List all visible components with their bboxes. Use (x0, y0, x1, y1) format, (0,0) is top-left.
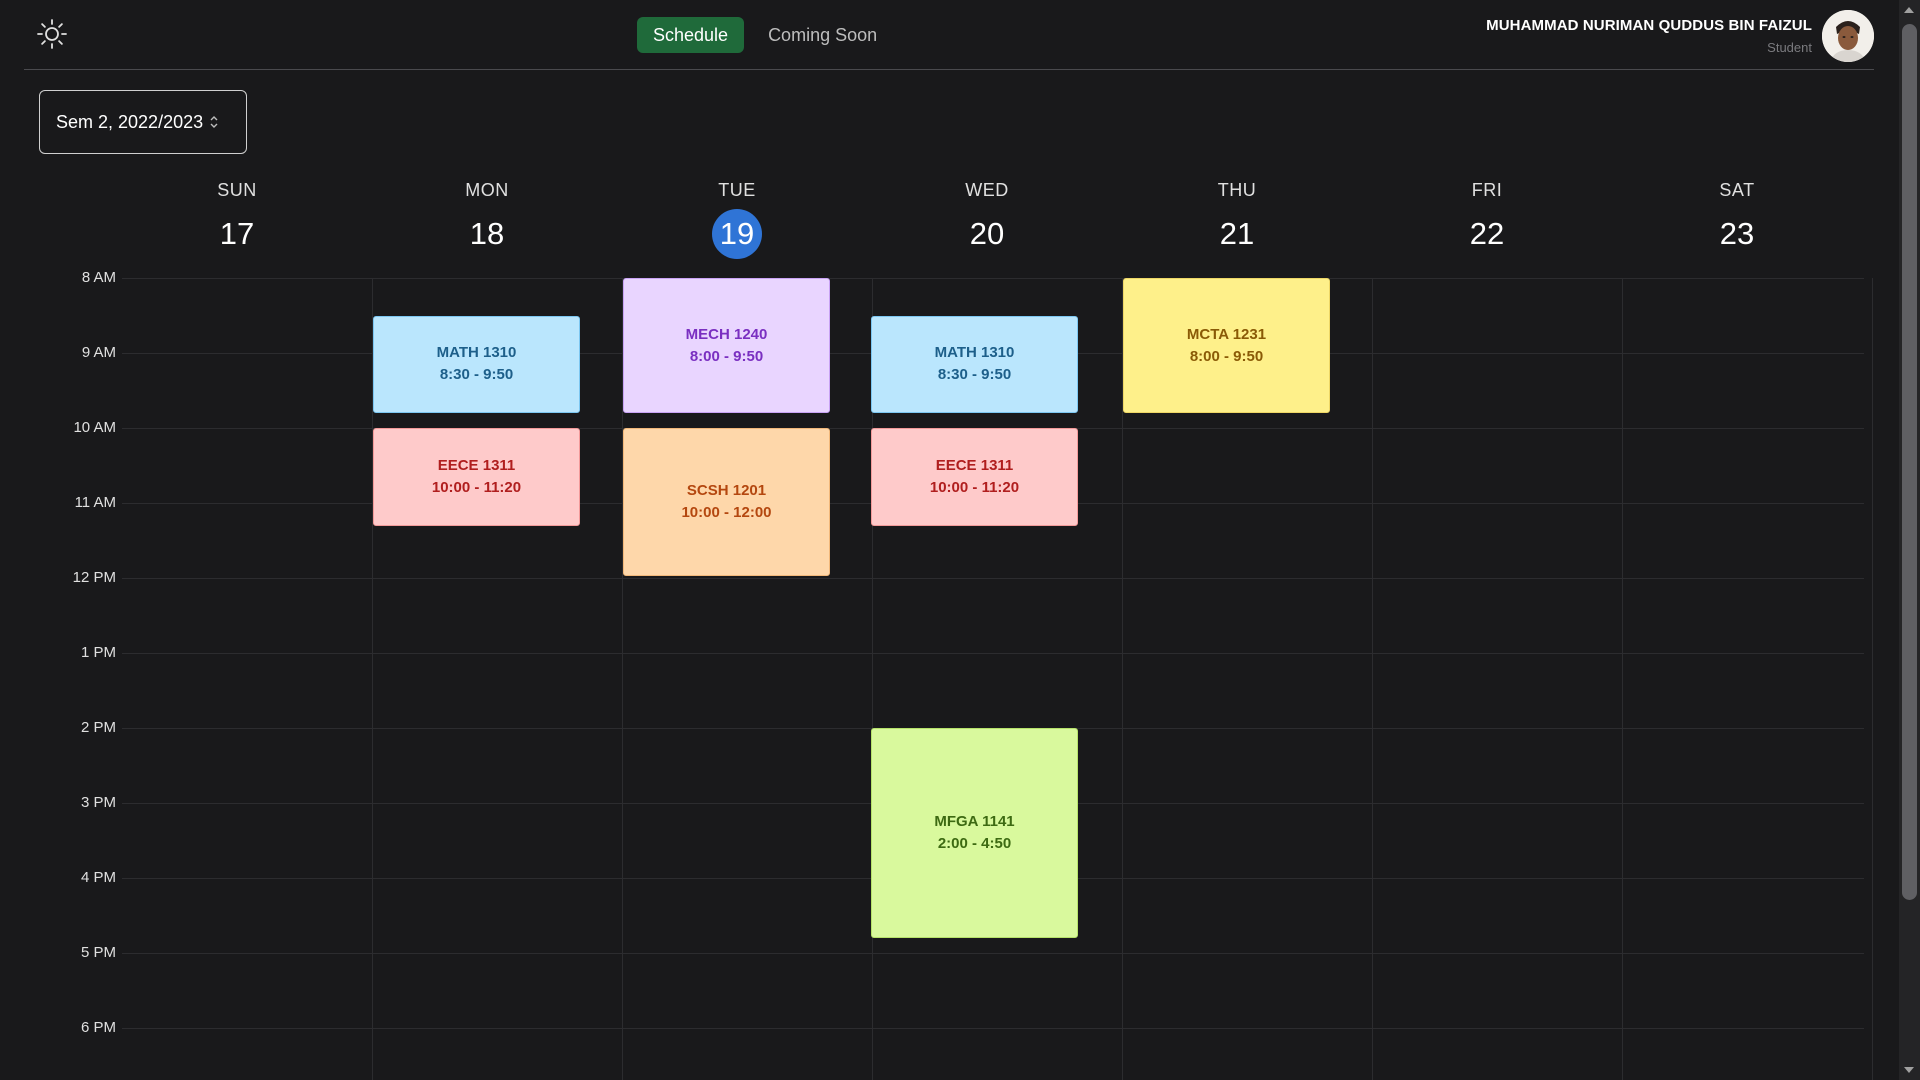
date-number: 22 (1469, 216, 1505, 251)
scroll-thumb[interactable] (1902, 24, 1917, 900)
event-card-mfga-1141[interactable]: MFGA 1141 2:00 - 4:50 (871, 728, 1078, 939)
time-label: 4 PM (80, 869, 116, 886)
event-time-range: 2:00 - 4:50 (937, 835, 1012, 853)
time-label: 1 PM (80, 644, 116, 661)
day-divider (1622, 278, 1623, 1080)
event-course-code: MCTA 1231 (1186, 325, 1267, 343)
semester-select-value: Sem 2, 2022/2023 (56, 111, 204, 132)
day-headers: SUN 17 MON 18 TUE 19 WED 20 THU 21 FRI 22 SAT 23 (0, 180, 1920, 270)
event-card-math-1310[interactable]: MATH 1310 8:30 - 9:50 (871, 315, 1078, 414)
chevron-up-down-icon (209, 115, 219, 129)
theme-toggle-button[interactable] (34, 16, 70, 52)
day-of-week-label: TUE (718, 180, 756, 200)
day-header-wed[interactable]: WED 20 (862, 180, 1112, 259)
nav-coming-soon-tab[interactable]: Coming Soon (752, 17, 893, 53)
day-of-week-label: SUN (217, 180, 257, 200)
day-divider (1872, 278, 1873, 1080)
event-course-code: MFGA 1141 (934, 813, 1015, 831)
hour-gridline (122, 953, 1864, 954)
hour-gridline (122, 578, 1864, 579)
event-course-code: MECH 1240 (685, 325, 768, 343)
user-name: MUHAMMAD NURIMAN QUDDUS BIN FAIZUL (1486, 17, 1812, 34)
day-header-mon[interactable]: MON 18 (362, 180, 612, 259)
date-number: 21 (1219, 216, 1255, 251)
event-time-range: 8:00 - 9:50 (1189, 347, 1264, 365)
day-header-thu[interactable]: THU 21 (1112, 180, 1362, 259)
date-number: 17 (219, 216, 255, 251)
day-of-week-label: FRI (1471, 180, 1503, 200)
date-number: 23 (1719, 216, 1755, 251)
event-time-range: 8:30 - 9:50 (439, 366, 514, 384)
avatar[interactable] (1822, 10, 1874, 62)
day-of-week-label: SAT (1719, 180, 1755, 200)
today-date-badge: 19 (712, 209, 762, 259)
event-card-eece-1311[interactable]: EECE 1311 10:00 - 11:20 (871, 428, 1078, 526)
day-header-sat[interactable]: SAT 23 (1612, 180, 1862, 259)
time-label: 2 PM (80, 719, 116, 736)
sun-icon (37, 19, 67, 49)
top-header: Schedule Coming Soon MUHAMMAD NURIMAN QU… (24, 0, 1874, 70)
event-card-mech-1240[interactable]: MECH 1240 8:00 - 9:50 (623, 278, 830, 414)
time-label: 11 AM (74, 494, 116, 511)
user-profile[interactable]: MUHAMMAD NURIMAN QUDDUS BIN FAIZUL Stude… (1486, 10, 1874, 62)
event-time-range: 8:30 - 9:50 (937, 366, 1012, 384)
event-course-code: MATH 1310 (934, 344, 1015, 362)
day-of-week-label: WED (965, 180, 1009, 200)
event-time-range: 10:00 - 11:20 (929, 478, 1020, 496)
day-header-tue[interactable]: TUE 19 (612, 180, 862, 259)
event-course-code: SCSH 1201 (686, 482, 767, 499)
hour-gridline (122, 1028, 1864, 1029)
date-number: 20 (969, 216, 1005, 251)
scroll-up-arrow-icon[interactable] (1904, 7, 1914, 13)
main-nav: Schedule Coming Soon (637, 17, 893, 53)
time-label: 3 PM (80, 794, 116, 811)
semester-select[interactable]: Sem 2, 2022/2023 (39, 90, 247, 154)
event-course-code: MATH 1310 (436, 344, 517, 362)
scroll-down-arrow-icon[interactable] (1904, 1067, 1914, 1073)
user-photo-icon (1822, 10, 1874, 62)
event-course-code: EECE 1311 (437, 456, 516, 474)
hour-gridline (122, 278, 1864, 279)
day-header-fri[interactable]: FRI 22 (1362, 180, 1612, 259)
time-label: 8 AM (81, 269, 116, 286)
event-time-range: 10:00 - 12:00 (681, 504, 772, 521)
event-course-code: EECE 1311 (935, 456, 1014, 474)
day-of-week-label: MON (465, 180, 509, 200)
time-label: 5 PM (80, 944, 116, 961)
day-header-sun[interactable]: SUN 17 (112, 180, 362, 259)
event-card-math-1310[interactable]: MATH 1310 8:30 - 9:50 (373, 315, 580, 414)
time-label: 9 AM (81, 344, 116, 361)
page-scrollbar[interactable] (1899, 0, 1920, 1080)
date-number: 18 (469, 216, 505, 251)
event-card-scsh-1201[interactable]: SCSH 1201 10:00 - 12:00 (623, 428, 830, 576)
user-role: Student (1767, 40, 1812, 55)
time-label: 10 AM (73, 419, 116, 436)
event-card-mcta-1231[interactable]: MCTA 1231 8:00 - 9:50 (1123, 278, 1330, 414)
day-divider (1372, 278, 1373, 1080)
day-of-week-label: THU (1217, 180, 1257, 200)
event-time-range: 10:00 - 11:20 (431, 478, 522, 496)
nav-schedule-tab[interactable]: Schedule (637, 17, 745, 53)
time-label: 6 PM (80, 1019, 116, 1036)
user-info: MUHAMMAD NURIMAN QUDDUS BIN FAIZUL Stude… (1486, 17, 1812, 55)
app-root: Schedule Coming Soon MUHAMMAD NURIMAN QU… (0, 0, 1920, 1080)
hour-gridline (122, 653, 1864, 654)
event-time-range: 8:00 - 9:50 (689, 347, 764, 365)
time-label: 12 PM (72, 569, 116, 586)
event-card-eece-1311[interactable]: EECE 1311 10:00 - 11:20 (373, 428, 580, 526)
